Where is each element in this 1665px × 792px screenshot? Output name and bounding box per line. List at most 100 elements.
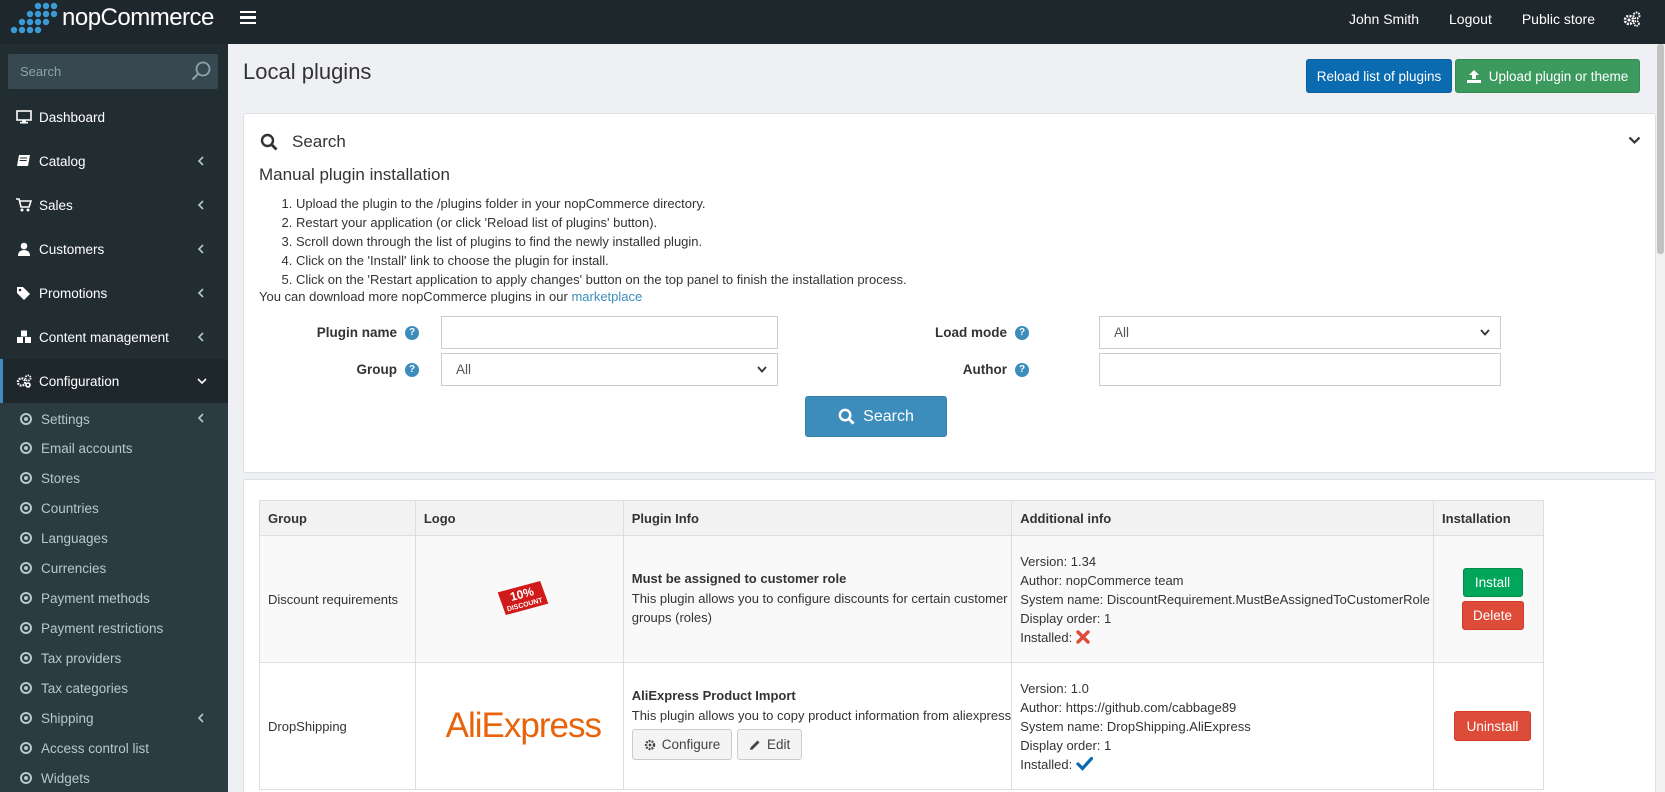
plugin-description: This plugin allows you to configure disc… — [631, 591, 1008, 625]
search-icon[interactable] — [190, 60, 212, 82]
brand-logo[interactable]: nopCommerce — [0, 0, 228, 44]
manual-install-step: Upload the plugin to the /plugins folder… — [296, 194, 907, 213]
column-header[interactable]: Logo — [414, 500, 624, 536]
help-icon[interactable]: ? — [1015, 362, 1029, 377]
sidebar-subitem-currencies[interactable]: Currencies — [0, 553, 228, 583]
additional-info-cell: Version: 1.0 Author: https://github.com/… — [1011, 662, 1435, 790]
sidebar-subitem-label: Countries — [41, 500, 99, 516]
upload-plugin-label: Upload plugin or theme — [1488, 68, 1629, 84]
sidebar-item-label: Customers — [39, 241, 105, 257]
sidebar-subitem-stores[interactable]: Stores — [0, 463, 228, 493]
group-cell: Discount requirements — [259, 535, 416, 663]
sidebar-item-catalog[interactable]: Catalog — [0, 139, 228, 183]
sidebar-subitem-settings[interactable]: Settings — [0, 403, 228, 433]
sidebar-subitem-label: Settings — [41, 411, 90, 427]
tags-icon — [17, 287, 30, 300]
search-panel-header[interactable]: Search — [260, 130, 346, 154]
sidebar-subitem-tax-providers[interactable]: Tax providers — [0, 643, 228, 673]
configure-button[interactable]: Configure — [631, 729, 733, 760]
page-scrollbar[interactable] — [1656, 44, 1665, 792]
plugin-info-cell: Must be assigned to customer role This p… — [622, 535, 1013, 663]
sidebar-item-dashboard[interactable]: Dashboard — [0, 95, 228, 139]
chevron-left-icon — [197, 413, 204, 423]
sidebar-toggle-icon[interactable] — [240, 11, 256, 25]
manual-install-title: Manual plugin installation — [259, 165, 450, 184]
circle-dot-icon — [20, 712, 32, 724]
plugin-name-input[interactable] — [441, 316, 778, 349]
search-icon — [260, 133, 278, 151]
circle-dot-icon — [20, 772, 32, 784]
column-header[interactable]: Group — [259, 500, 416, 536]
installation-cell: Uninstall — [1433, 662, 1544, 790]
user-name-link[interactable]: John Smith — [1349, 11, 1419, 27]
load-mode-select[interactable]: All — [1099, 316, 1501, 349]
sidebar-subitem-languages[interactable]: Languages — [0, 523, 228, 553]
manual-install-step: Click on the 'Restart application to app… — [296, 270, 907, 289]
sidebar-subitem-payment-methods[interactable]: Payment methods — [0, 583, 228, 613]
circle-dot-icon — [20, 682, 32, 694]
column-header[interactable]: Installation — [1433, 500, 1544, 536]
search-icon — [838, 408, 855, 425]
reload-plugins-button[interactable]: Reload list of plugins — [1306, 59, 1452, 93]
search-button-label: Search — [863, 407, 914, 425]
column-header[interactable]: Plugin Info — [622, 500, 1013, 536]
manual-install-steps: Upload the plugin to the /plugins folder… — [282, 194, 907, 289]
plugins-table: Group Logo Plugin Info Additional info I… — [259, 500, 1544, 790]
scrollbar-thumb[interactable] — [1657, 44, 1664, 254]
sidebar-search-input[interactable] — [8, 54, 178, 89]
sidebar-item-promotions[interactable]: Promotions — [0, 271, 228, 315]
sidebar-subitem-access-control-list[interactable]: Access control list — [0, 733, 228, 763]
column-header[interactable]: Additional info — [1011, 500, 1435, 536]
chevron-down-icon — [757, 366, 767, 373]
manual-install-step: Scroll down through the list of plugins … — [296, 232, 907, 251]
sidebar-subitem-label: Payment restrictions — [41, 620, 164, 636]
group-select[interactable]: All — [441, 353, 778, 386]
discount-logo: 10% DISCOUNT — [497, 580, 549, 615]
sidebar-item-label: Content management — [39, 329, 169, 345]
search-button[interactable]: Search — [805, 396, 947, 437]
sidebar-subitem-payment-restrictions[interactable]: Payment restrictions — [0, 613, 228, 643]
sidebar-subitem-label: Payment methods — [41, 590, 150, 606]
marketplace-note-text: You can download more nopCommerce plugin… — [259, 289, 572, 304]
help-icon[interactable]: ? — [405, 325, 419, 340]
uninstall-button[interactable]: Uninstall — [1454, 711, 1531, 741]
manual-install-step: Click on the 'Install' link to choose th… — [296, 251, 907, 270]
search-panel: Search Manual plugin installation Upload… — [243, 113, 1656, 473]
sidebar-item-customers[interactable]: Customers — [0, 227, 228, 271]
sidebar-item-configuration[interactable]: Configuration — [0, 359, 228, 403]
logout-link[interactable]: Logout — [1449, 11, 1492, 27]
install-button[interactable]: Install — [1462, 568, 1523, 597]
sidebar-subitem-label: Widgets — [41, 770, 90, 786]
sidebar-subitem-tax-categories[interactable]: Tax categories — [0, 673, 228, 703]
sidebar-subitem-countries[interactable]: Countries — [0, 493, 228, 523]
chevron-left-icon — [197, 156, 204, 166]
public-store-link[interactable]: Public store — [1522, 11, 1595, 27]
top-navbar: nopCommerce John Smith Logout Public sto… — [0, 0, 1665, 44]
sidebar-item-content-management[interactable]: Content management — [0, 315, 228, 359]
circle-dot-icon — [20, 472, 32, 484]
page-title: Local plugins — [243, 59, 372, 84]
logo-cell: 10% DISCOUNT — [414, 535, 624, 663]
upload-plugin-button[interactable]: Upload plugin or theme — [1455, 59, 1640, 93]
sidebar-item-sales[interactable]: Sales — [0, 183, 228, 227]
sidebar-subitem-widgets[interactable]: Widgets — [0, 763, 228, 792]
manual-install-step: Restart your application (or click 'Relo… — [296, 213, 907, 232]
sidebar-subitem-label: Shipping — [41, 710, 94, 726]
chevron-down-icon[interactable] — [1628, 136, 1641, 145]
plugin-version: Version: 1.0 — [1020, 680, 1089, 696]
chevron-left-icon — [197, 244, 204, 254]
sidebar-item-label: Configuration — [39, 373, 120, 389]
marketplace-link[interactable]: marketplace — [571, 289, 642, 304]
author-input[interactable] — [1099, 353, 1501, 386]
edit-button[interactable]: Edit — [736, 729, 803, 760]
help-icon[interactable]: ? — [405, 362, 419, 377]
help-icon[interactable]: ? — [1015, 325, 1029, 340]
group-select-value: All — [456, 362, 472, 377]
delete-button[interactable]: Delete — [1461, 601, 1524, 630]
plugin-name: AliExpress Product Import — [631, 688, 796, 703]
top-nav-links: John Smith Logout Public store — [1319, 0, 1641, 38]
gears-icon[interactable] — [1623, 11, 1641, 27]
circle-dot-icon — [20, 413, 32, 425]
sidebar-subitem-shipping[interactable]: Shipping — [0, 703, 228, 733]
sidebar-subitem-email-accounts[interactable]: Email accounts — [0, 433, 228, 463]
